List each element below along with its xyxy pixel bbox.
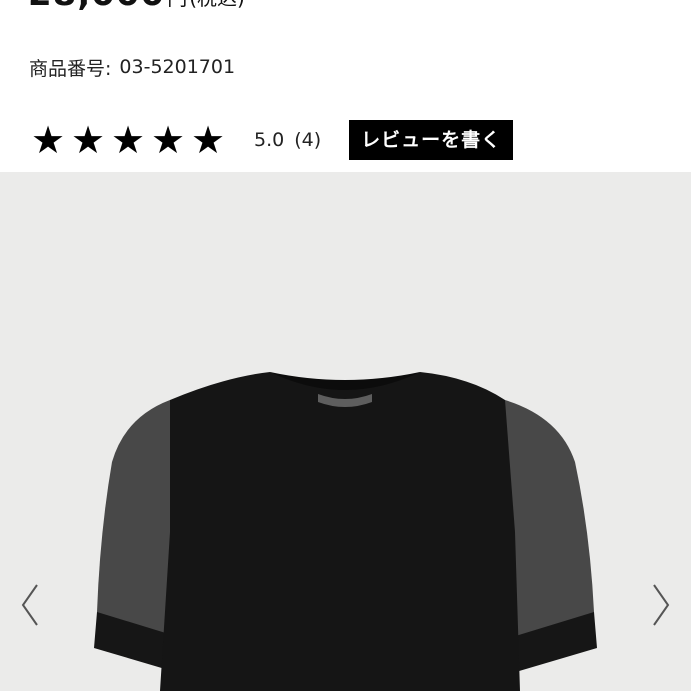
- product-image: [94, 372, 597, 691]
- star-icon: ★: [30, 118, 66, 162]
- star-icon: ★: [150, 118, 186, 162]
- chevron-right-icon: [653, 584, 670, 626]
- rating-count[interactable]: (4): [294, 129, 321, 151]
- product-code-label: 商品番号:: [29, 57, 112, 80]
- next-image-button[interactable]: [646, 580, 676, 630]
- rating-value: 5.0: [254, 129, 285, 151]
- previous-image-button[interactable]: [15, 580, 45, 630]
- star-rating: ★ ★ ★ ★ ★: [28, 120, 228, 160]
- star-icon: ★: [190, 118, 226, 162]
- price-currency: 円: [167, 0, 187, 11]
- product-code-value: 03-5201701: [119, 56, 236, 78]
- rating-row: ★ ★ ★ ★ ★ 5.0 (4) レビューを書く: [28, 118, 514, 162]
- chevron-left-icon: [21, 584, 38, 626]
- write-review-button[interactable]: レビューを書く: [349, 120, 514, 160]
- price: 28,000 円 (税込): [28, 0, 245, 18]
- price-tax-note: (税込): [189, 0, 245, 11]
- star-icon: ★: [110, 118, 146, 162]
- star-icon: ★: [70, 118, 106, 162]
- price-amount: 28,000: [28, 0, 165, 14]
- product-image-carousel[interactable]: [0, 172, 691, 691]
- product-code: 商品番号: 03-5201701: [29, 52, 235, 82]
